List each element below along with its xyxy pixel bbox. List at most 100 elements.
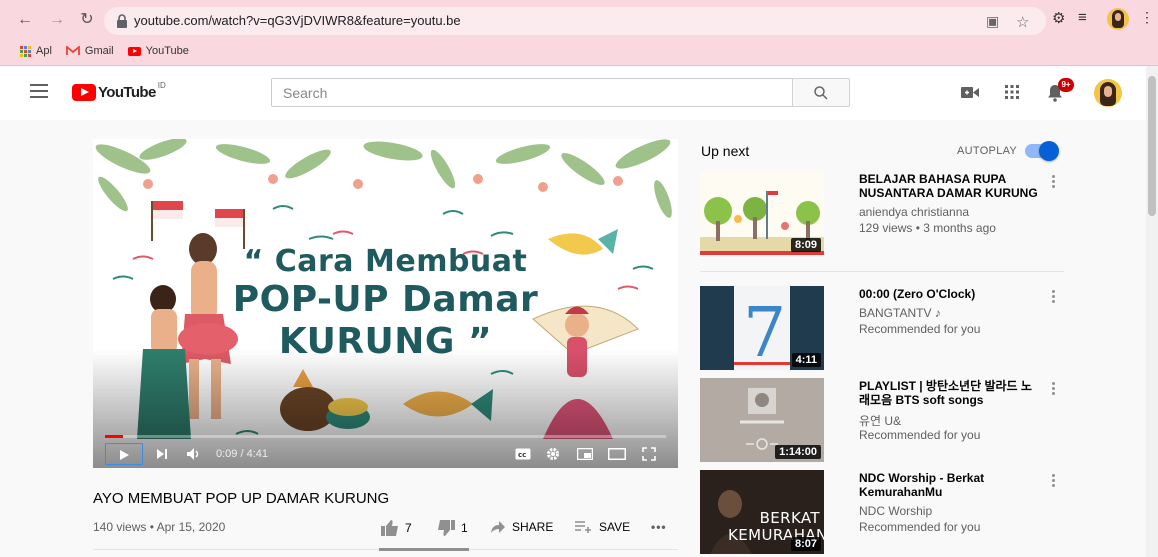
autoplay-toggle[interactable] <box>1025 141 1059 161</box>
svg-text:cc: cc <box>518 451 526 459</box>
video-views-date: 140 views • Apr 15, 2020 <box>93 520 226 534</box>
search-input[interactable] <box>272 79 792 106</box>
next-button[interactable] <box>151 443 173 465</box>
video-thumbnail[interactable]: 1:14:00 <box>700 378 824 462</box>
fullscreen-icon <box>642 447 656 461</box>
search-box <box>271 78 793 107</box>
theater-mode-button[interactable] <box>605 443 629 465</box>
svg-text:7: 7 <box>743 294 786 370</box>
item-more-menu-icon[interactable] <box>1050 382 1056 398</box>
theater-mode-icon <box>608 448 626 460</box>
video-thumbnail[interactable]: 7 4:11 <box>700 286 824 370</box>
video-title-line-1: “ Cara Membuat <box>243 244 528 279</box>
skip-next-icon <box>157 449 167 459</box>
gmail-icon <box>66 46 80 55</box>
video-duration: 4:11 <box>791 353 821 367</box>
share-button[interactable]: SHARE <box>490 520 553 534</box>
apps-icon[interactable] <box>1005 85 1019 99</box>
save-button[interactable]: SAVE <box>575 520 630 534</box>
up-next-item[interactable]: 7 4:11 00:00 (Zero O'Clock) BANGTANTV ♪ … <box>700 286 1140 372</box>
item-recommended: Recommended for you <box>859 520 981 534</box>
search-icon <box>814 86 828 100</box>
fullscreen-button[interactable] <box>637 443 661 465</box>
thumbs-down-icon <box>438 520 455 536</box>
url-text: youtube.com/watch?v=qG3VjDVIWR8&feature=… <box>134 13 461 28</box>
captions-button[interactable]: cc <box>511 443 535 465</box>
item-recommended: Recommended for you <box>859 428 981 442</box>
search-button[interactable] <box>792 78 850 107</box>
item-channel[interactable]: BANGTANTV ♪ <box>859 306 941 320</box>
captions-icon: cc <box>515 448 531 460</box>
bookmarks-bar: Apl Gmail YouTube <box>20 42 189 60</box>
more-horizontal-icon: ••• <box>651 520 667 534</box>
browser-menu-icon[interactable]: ⋮ <box>1140 9 1154 26</box>
create-video-icon[interactable] <box>961 86 979 99</box>
extensions-puzzle-icon[interactable]: ⚙ <box>1052 9 1065 27</box>
autoplay-label: AUTOPLAY <box>957 145 1018 157</box>
settings-button[interactable] <box>541 443 565 465</box>
progress-bar[interactable] <box>105 435 666 438</box>
item-more-menu-icon[interactable] <box>1050 474 1056 490</box>
lock-icon <box>117 14 127 28</box>
item-title[interactable]: 00:00 (Zero O'Clock) <box>859 287 1039 301</box>
playlist-add-icon <box>575 521 591 533</box>
video-duration: 1:14:00 <box>775 445 821 459</box>
miniplayer-button[interactable] <box>573 443 597 465</box>
divider <box>93 548 678 551</box>
share-arrow-icon <box>491 521 505 533</box>
dislike-button[interactable]: 1 <box>437 520 468 536</box>
youtube-play-logo-icon <box>72 84 96 101</box>
video-player[interactable]: “ Cara Membuat POP-UP Damar KURUNG ” 0:0… <box>93 139 678 468</box>
progress-bar-played <box>105 435 123 438</box>
more-actions-button[interactable]: ••• <box>651 520 667 534</box>
item-title[interactable]: PLAYLIST | 방탄소년단 발라드 노래모음 BTS soft songs <box>859 379 1039 407</box>
item-more-menu-icon[interactable] <box>1050 290 1056 306</box>
up-next-item[interactable]: 1:14:00 PLAYLIST | 방탄소년단 발라드 노래모음 BTS so… <box>700 378 1140 464</box>
video-thumbnail[interactable]: 8:09 <box>700 171 824 255</box>
menu-hamburger-icon[interactable] <box>30 84 48 98</box>
back-arrow-icon[interactable]: ← <box>14 9 36 31</box>
browser-chrome: ← → ↻ youtube.com/watch?v=qG3VjDVIWR8&fe… <box>0 0 1158 66</box>
bookmark-apps[interactable]: Apl <box>20 45 52 57</box>
time-display: 0:09 / 4:41 <box>216 448 268 460</box>
youtube-icon <box>127 46 141 56</box>
bookmark-gmail[interactable]: Gmail <box>66 45 114 57</box>
gear-icon <box>547 448 559 460</box>
item-more-menu-icon[interactable] <box>1050 175 1056 191</box>
forward-arrow-icon[interactable]: → <box>46 9 68 31</box>
divider <box>700 271 1064 272</box>
video-title-line-2: POP-UP Damar <box>232 279 539 320</box>
item-title[interactable]: BELAJAR BAHASA RUPA NUSANTARA DAMAR KURU… <box>859 172 1039 200</box>
video-duration: 8:07 <box>790 537 821 551</box>
item-channel[interactable]: NDC Worship <box>859 504 932 518</box>
up-next-item[interactable]: BERKAT KEMURAHANMU 8:07 NDC Worship - Be… <box>700 470 1140 556</box>
apps-grid-icon <box>20 45 31 57</box>
item-recommended: Recommended for you <box>859 322 981 336</box>
youtube-masthead: YouTube ID 9+ <box>0 66 1158 120</box>
up-next-heading: Up next <box>701 143 750 159</box>
video-title: AYO MEMBUAT POP UP DAMAR KURUNG <box>93 490 390 507</box>
browser-profile-avatar[interactable] <box>1107 8 1129 30</box>
miniplayer-icon <box>576 447 594 461</box>
video-thumbnail[interactable]: BERKAT KEMURAHANMU 8:07 <box>700 470 824 554</box>
translate-icon[interactable]: ▣ <box>986 13 999 30</box>
item-views-age: 129 views • 3 months ago <box>859 221 996 235</box>
reload-icon[interactable]: ↻ <box>76 9 98 31</box>
play-button[interactable] <box>105 443 143 465</box>
page-scrollbar[interactable] <box>1146 66 1158 557</box>
up-next-item[interactable]: 8:09 BELAJAR BAHASA RUPA NUSANTARA DAMAR… <box>700 171 1140 257</box>
youtube-logo[interactable]: YouTube ID <box>72 81 166 101</box>
video-duration: 8:09 <box>790 238 821 252</box>
thumbs-up-icon <box>381 520 398 536</box>
volume-icon <box>187 448 199 460</box>
like-button[interactable]: 7 <box>381 520 412 536</box>
volume-button[interactable] <box>183 443 205 465</box>
address-bar[interactable]: youtube.com/watch?v=qG3VjDVIWR8&feature=… <box>104 7 1046 35</box>
item-title[interactable]: NDC Worship - Berkat KemurahanMu <box>859 471 1039 499</box>
item-channel[interactable]: 유연 U& <box>859 412 901 429</box>
bookmark-youtube[interactable]: YouTube <box>127 45 189 57</box>
media-playlist-icon[interactable]: ≡ <box>1078 9 1087 26</box>
item-channel[interactable]: aniendya christianna <box>859 205 969 219</box>
account-avatar[interactable] <box>1094 79 1122 107</box>
star-icon[interactable]: ☆ <box>1016 13 1029 31</box>
